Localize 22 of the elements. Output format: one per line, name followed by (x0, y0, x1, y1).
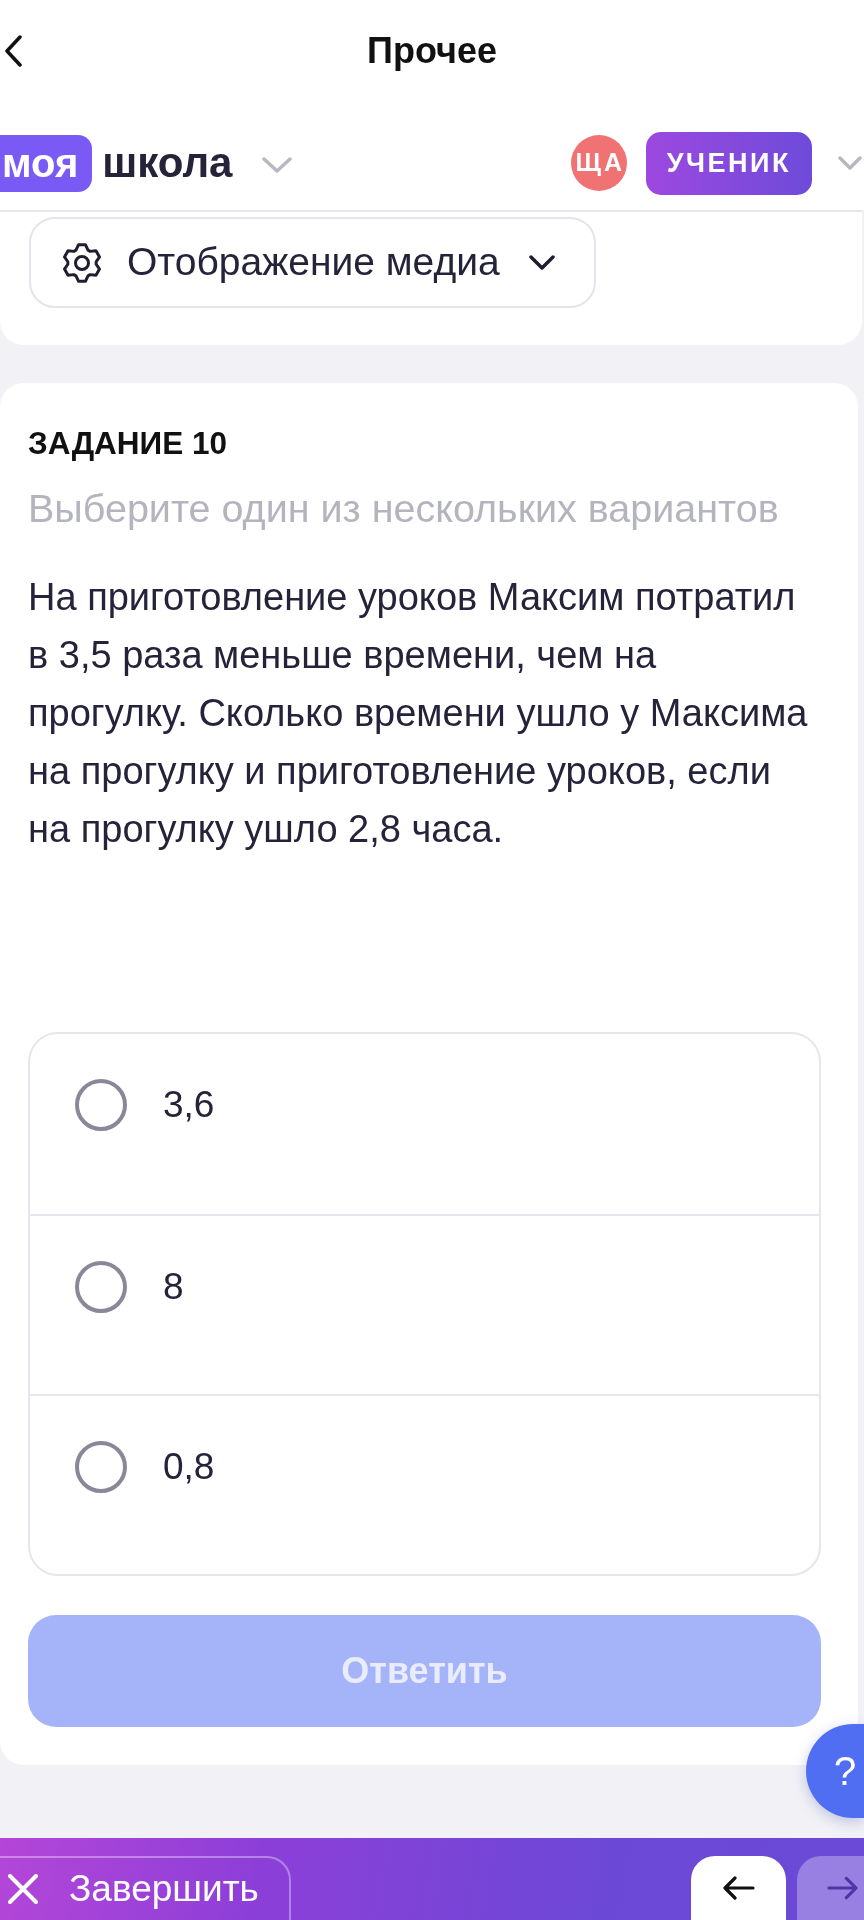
arrow-left-icon (722, 1876, 755, 1900)
answer-option[interactable]: 3,6 (30, 1034, 819, 1214)
page-title: Прочее (367, 29, 497, 73)
task-question: На приготовление уроков Максим потратил в 3,5 раза меньше времени, чем на прогулку. Сколько времени ушло у Максима на прогулку и приготовление уроков, если на прогулку ушло 2,8 часа. (28, 575, 809, 852)
finish-button[interactable]: Завершить (0, 1856, 291, 1920)
close-icon (8, 1874, 38, 1904)
logo-badge: моя (0, 134, 93, 192)
task-title: ЗАДАНИЕ 10 (28, 425, 229, 461)
logo-text: школа (102, 138, 233, 188)
answer-option[interactable]: 0,8 (30, 1394, 819, 1574)
chevron-down-icon[interactable] (838, 156, 862, 170)
task-hint: Выберите один из нескольких вариантов (28, 485, 780, 532)
chevron-down-icon (528, 255, 555, 270)
role-badge: УЧЕНИК (645, 131, 812, 195)
previous-button[interactable] (691, 1856, 786, 1920)
back-icon[interactable] (4, 35, 22, 67)
gear-icon (62, 242, 102, 283)
help-button[interactable]: ? (806, 1724, 864, 1818)
arrow-right-icon (827, 1876, 858, 1900)
media-dropdown[interactable]: Отображение медиа (29, 217, 596, 308)
answer-option[interactable]: 8 (30, 1214, 819, 1394)
chevron-down-icon[interactable] (262, 157, 293, 173)
